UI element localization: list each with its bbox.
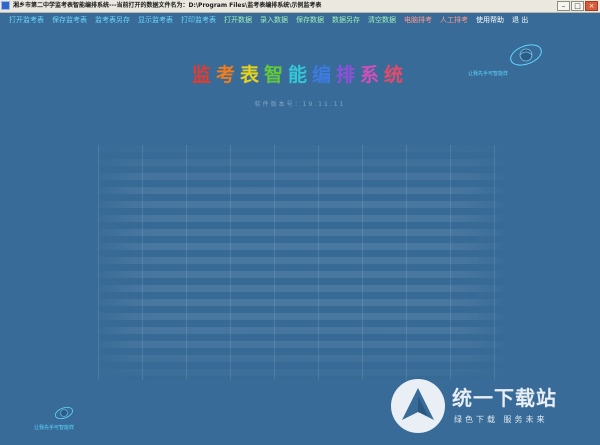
menu-bar: 打开监考表 保存监考表 监考表另存 显示监考表 打印监考表 打开数据 录入数据 保存数据 数据另… (0, 13, 600, 28)
site-watermark: 统一下载站 绿色下载 服务未来 (388, 372, 598, 442)
menu-item-4[interactable]: 显示监考表 (134, 13, 177, 28)
app-icon (1, 1, 10, 10)
menu-item-8[interactable]: 保存数据 (292, 13, 328, 28)
menu-item-6[interactable]: 打开数据 (220, 13, 256, 28)
background-table-image (98, 145, 503, 380)
main-title-char: 监 (191, 64, 216, 86)
main-title-char: 考 (215, 64, 240, 86)
menu-item-10[interactable]: 清空数据 (364, 13, 400, 28)
watermark-logo-icon (391, 379, 445, 433)
watermark-slogan: 绿色下载 服务未来 (454, 415, 548, 424)
main-title-char: 编 (312, 64, 337, 86)
menu-item-14[interactable]: 退 出 (508, 13, 532, 28)
main-title-char: 统 (384, 64, 409, 86)
version-label: 软件版本号：19.11.11 (254, 101, 346, 108)
main-title-char: 表 (239, 64, 264, 86)
main-title-char: 智 (263, 64, 288, 86)
main-title-char: 系 (360, 64, 385, 86)
close-icon[interactable]: × (585, 1, 598, 11)
menu-item-12[interactable]: 人工排考 (436, 13, 472, 28)
menu-item-5[interactable]: 打印监考表 (177, 13, 220, 28)
menu-item-1[interactable]: 打开监考表 (5, 13, 48, 28)
main-title-char: 能 (287, 64, 312, 86)
window-title: 湘乡市第二中学监考表智能编排系统---当前打开的数据文件名为：D:\Progra… (13, 2, 322, 9)
menu-item-9[interactable]: 数据另存 (328, 13, 364, 28)
minimize-icon[interactable]: – (557, 1, 570, 11)
menu-item-13[interactable]: 使用帮助 (472, 13, 508, 28)
menu-item-3[interactable]: 监考表另存 (91, 13, 134, 28)
app-window: 湘乡市第二中学监考表智能编排系统---当前打开的数据文件名为：D:\Progra… (0, 0, 600, 445)
globe-logo-icon (510, 44, 542, 66)
logo-top-right-text: 让我先手可智能样 (468, 71, 509, 77)
menu-item-7[interactable]: 录入数据 (256, 13, 292, 28)
menu-item-2[interactable]: 保存监考表 (48, 13, 91, 28)
logo-bottom-left: 让我先手可智能样 (34, 404, 74, 432)
logo-top-right: 让我先手可智能样 (468, 43, 548, 83)
watermark-name: 统一下载站 (452, 386, 557, 410)
title-bar: 湘乡市第二中学监考表智能编排系统---当前打开的数据文件名为：D:\Progra… (0, 0, 600, 13)
maximize-icon[interactable]: □ (571, 1, 584, 11)
background-table-grid (98, 145, 503, 380)
logo-bottom-left-text: 让我先手可智能样 (34, 425, 75, 431)
globe-logo-small-icon (54, 406, 74, 420)
window-controls: – □ × (557, 1, 598, 11)
menu-item-11[interactable]: 电脑排考 (400, 13, 436, 28)
main-title-char: 排 (336, 64, 361, 86)
